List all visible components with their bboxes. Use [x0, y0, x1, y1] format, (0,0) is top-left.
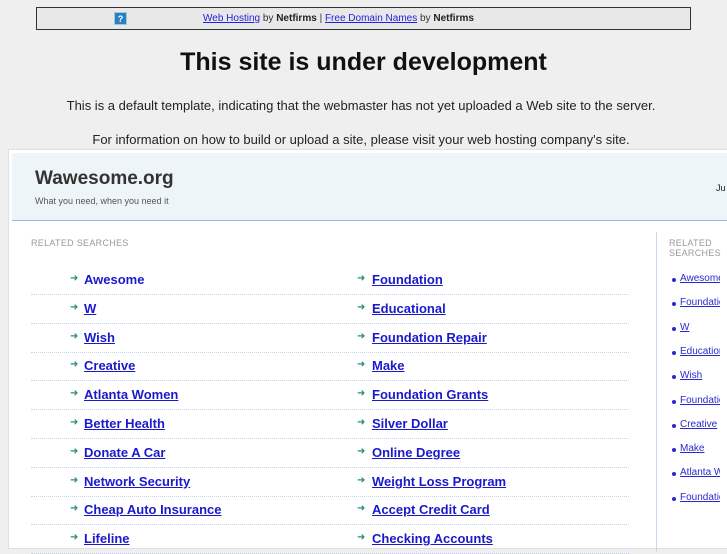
search-row: ➜ Lifeline ➜ Checking Accounts — [31, 525, 629, 554]
page-title: This site is under development — [180, 48, 547, 76]
sidebar-search-link[interactable]: Foundation Repair — [680, 395, 720, 406]
related-search-link[interactable]: Creative — [84, 358, 135, 373]
bullet-icon — [672, 278, 676, 282]
arrow-icon: ➜ — [357, 417, 366, 428]
related-search-link[interactable]: Foundation Grants — [372, 387, 488, 402]
bullet-icon — [672, 496, 676, 501]
arrow-icon: ➜ — [70, 359, 79, 371]
web-hosting-link[interactable]: Web Hosting — [203, 13, 260, 24]
sidebar-search-link[interactable]: Creative — [680, 419, 720, 430]
by-text: by — [262, 13, 274, 24]
bullet-icon — [672, 399, 676, 404]
site-name[interactable]: Wawesome.org — [35, 168, 174, 190]
site-tagline: What you need, when you need it — [35, 196, 169, 206]
info-text: This is a default template, indicating t… — [66, 98, 656, 113]
arrow-icon: ➜ — [70, 532, 79, 544]
related-search-link[interactable]: Cheap Auto Insurance — [84, 502, 221, 517]
related-search-link[interactable]: Awesome — [84, 272, 144, 287]
arrow-icon: ➜ — [357, 273, 366, 284]
arrow-icon: ➜ — [70, 503, 79, 515]
arrow-icon: ➜ — [357, 532, 366, 544]
arrow-icon: ➜ — [357, 474, 366, 486]
arrow-icon: ➜ — [357, 301, 366, 313]
related-search-link[interactable]: Accept Credit Card — [372, 502, 490, 517]
related-search-link[interactable]: Make — [372, 358, 405, 373]
search-row: ➜ Cheap Auto Insurance ➜ Accept Credit C… — [31, 496, 629, 526]
related-search-link[interactable]: Foundation Repair — [372, 330, 487, 345]
search-row: ➜ Wish ➜ Foundation Repair — [31, 324, 629, 353]
sidebar-search-link[interactable]: Foundation — [680, 297, 720, 308]
sidebar-search-link[interactable]: Wish — [680, 370, 720, 381]
related-search-link[interactable]: Lifeline — [84, 531, 130, 546]
arrow-icon: ➜ — [70, 388, 79, 400]
sidebar-search-link[interactable]: Educational — [680, 346, 720, 357]
info-text: For information on how to build or uploa… — [92, 132, 630, 147]
search-row: ➜ Awesome ➜ Foundation — [31, 266, 629, 295]
related-search-link[interactable]: Network Security — [84, 474, 190, 489]
search-row: ➜ Network Security ➜ Weight Loss Program — [31, 468, 629, 497]
arrow-icon: ➜ — [357, 445, 366, 457]
search-row: ➜ Creative ➜ Make — [31, 352, 629, 382]
arrow-icon: ➜ — [70, 301, 79, 313]
netfirms-banner: ? Web Hosting by Netfirms | Free Domain … — [36, 7, 691, 30]
related-search-link[interactable]: Online Degree — [372, 445, 460, 460]
separator: | — [319, 13, 323, 24]
sidebar-search-link[interactable]: Foundation Grants — [680, 492, 720, 503]
sidebar-heading: RELATED SEARCHES — [669, 238, 721, 258]
related-search-link[interactable]: Wish — [84, 330, 115, 345]
search-row: ➜ Better Health ➜ Silver Dollar — [31, 410, 629, 439]
arrow-icon: ➜ — [70, 273, 79, 284]
sidebar-search-link[interactable]: Make — [680, 443, 720, 454]
related-search-link[interactable]: Weight Loss Program — [372, 474, 506, 489]
question-icon[interactable]: ? — [114, 12, 127, 25]
site-header: Wawesome.org What you need, when you nee… — [12, 153, 727, 221]
related-searches-heading: RELATED SEARCHES — [31, 238, 129, 248]
netfirms-label: Netfirms — [276, 13, 317, 24]
arrow-icon: ➜ — [70, 330, 79, 342]
free-domain-names-link[interactable]: Free Domain Names — [325, 13, 417, 24]
arrow-icon: ➜ — [357, 330, 366, 342]
related-search-link[interactable]: Checking Accounts — [372, 531, 493, 546]
related-search-link[interactable]: Atlanta Women — [84, 387, 178, 402]
search-row: ➜ Atlanta Women ➜ Foundation Grants — [31, 381, 629, 411]
related-search-link[interactable]: Silver Dollar — [372, 416, 448, 431]
search-row: ➜ W ➜ Educational — [31, 295, 629, 324]
search-row: ➜ Donate A Car ➜ Online Degree — [31, 439, 629, 468]
related-search-link[interactable]: Better Health — [84, 416, 165, 431]
bullet-icon — [672, 350, 676, 355]
arrow-icon: ➜ — [70, 474, 79, 486]
sidebar-search-link[interactable]: Atlanta Women — [680, 467, 720, 478]
netfirms-label: Netfirms — [433, 13, 474, 24]
bullet-icon — [672, 326, 676, 331]
related-search-link[interactable]: W — [84, 301, 96, 316]
arrow-icon: ➜ — [70, 445, 79, 457]
bullet-icon — [672, 423, 676, 428]
arrow-icon: ➜ — [70, 417, 79, 428]
arrow-icon: ➜ — [357, 359, 366, 371]
related-search-link[interactable]: Foundation — [372, 272, 443, 287]
arrow-icon: ➜ — [357, 388, 366, 400]
header-right-text: Ju — [716, 183, 726, 193]
related-search-link[interactable]: Educational — [372, 301, 446, 316]
sidebar-search-link[interactable]: W — [680, 322, 720, 333]
by-text: by — [420, 13, 431, 24]
related-search-link[interactable]: Donate A Car — [84, 445, 165, 460]
parked-page-frame: Wawesome.org What you need, when you nee… — [8, 149, 727, 554]
column-divider — [656, 232, 657, 552]
arrow-icon: ➜ — [357, 503, 366, 515]
sidebar-search-link[interactable]: Awesome — [680, 273, 720, 284]
